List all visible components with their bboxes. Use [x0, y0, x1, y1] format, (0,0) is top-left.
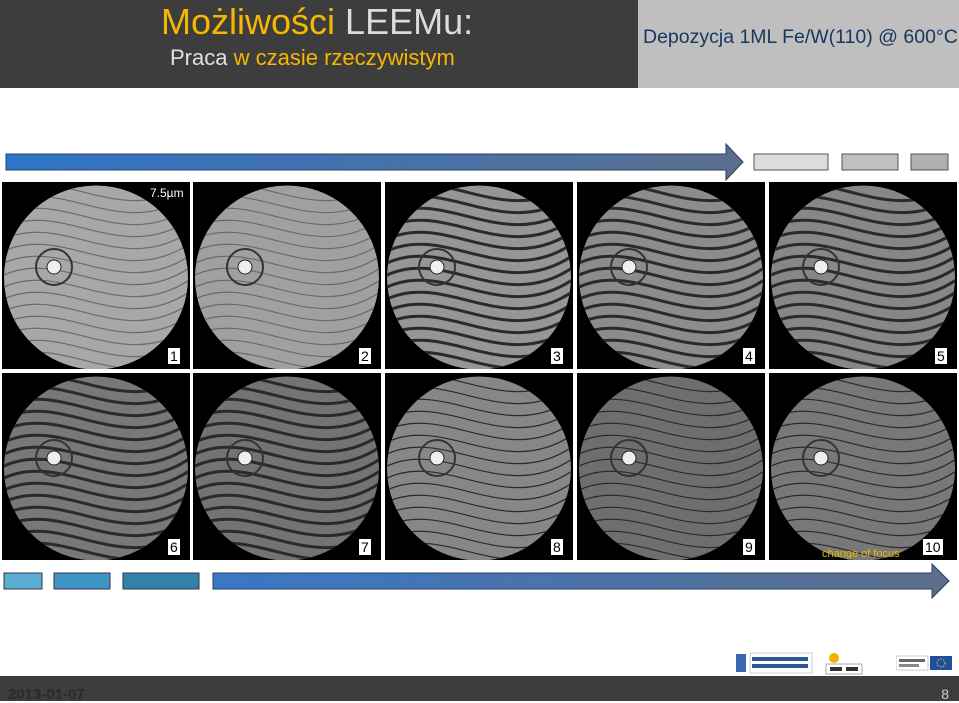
focus-note: change of focus [822, 548, 900, 560]
page-number: 8 [941, 686, 949, 702]
image-number-label: 5 [935, 348, 947, 364]
subtitle-part-1: Praca [170, 45, 228, 70]
top-timeline-arrow [5, 142, 949, 182]
image-number-label: 7 [359, 539, 371, 555]
top-box-2 [841, 153, 899, 171]
image-number-label: 10 [923, 539, 943, 555]
top-box-1 [753, 153, 829, 171]
leem-image-3 [385, 182, 573, 369]
image-number-label: 8 [551, 539, 563, 555]
leem-image-7 [193, 373, 381, 560]
bottom-timeline-arrow [3, 562, 950, 600]
subtitle-part-3: rzeczywistym [324, 45, 455, 70]
leem-image-9 [577, 373, 765, 560]
image-number-label: 1 [168, 348, 180, 364]
image-number-label: 4 [743, 348, 755, 364]
slide-footer [0, 676, 959, 701]
leem-image-2 [193, 182, 381, 369]
top-box-3 [910, 153, 949, 171]
slide-subtitle: Praca w czasie rzeczywistym [170, 45, 455, 71]
title-part-2: LEEMu: [345, 1, 474, 42]
human-capital-logo [736, 652, 813, 674]
image-number-label: 2 [359, 348, 371, 364]
scale-bar-label: 7.5µm [150, 186, 184, 200]
subtitle-part-2: w czasie [233, 45, 318, 70]
experiment-title: Depozycja 1ML Fe/W(110) @ 600°C [643, 26, 958, 48]
image-number-label: 6 [168, 539, 180, 555]
image-number-label: 9 [743, 539, 755, 555]
bottom-box-2 [53, 572, 111, 590]
bottom-box-3 [122, 572, 200, 590]
spin-lab-logo [825, 653, 863, 675]
slide-date: 2013-01-07 [8, 686, 85, 703]
leem-image-8 [385, 373, 573, 560]
eu-logo [896, 655, 952, 671]
leem-image-1 [2, 182, 190, 369]
leem-image-5 [769, 182, 957, 369]
leem-image-4 [577, 182, 765, 369]
slide-title: Możliwości LEEMu: [161, 2, 473, 42]
bottom-box-1 [3, 572, 43, 590]
leem-image-6 [2, 373, 190, 560]
leem-image-10 [769, 373, 957, 560]
title-part-1: Możliwości [161, 1, 336, 42]
image-number-label: 3 [551, 348, 563, 364]
